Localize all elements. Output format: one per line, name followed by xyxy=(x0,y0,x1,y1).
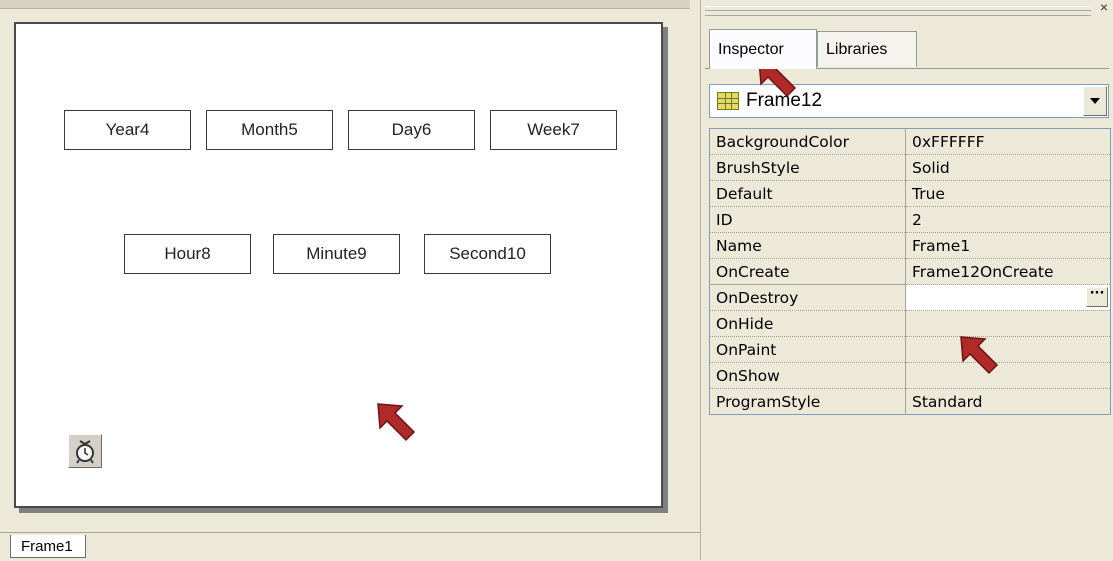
property-name: OnCreate xyxy=(709,258,906,285)
panel-grip[interactable] xyxy=(705,6,1091,16)
week-label-widget[interactable]: Week7 xyxy=(490,110,617,150)
year-label-widget[interactable]: Year4 xyxy=(64,110,191,150)
property-name: OnPaint xyxy=(709,336,906,363)
property-value[interactable]: 0xFFFFFF xyxy=(905,128,1111,155)
property-row[interactable]: ProgramStyle Standard xyxy=(709,388,1111,415)
property-value[interactable] xyxy=(905,336,1111,363)
property-value[interactable]: 2 xyxy=(905,206,1111,233)
tab-libraries-label: Libraries xyxy=(826,40,888,58)
second-label-widget[interactable]: Second10 xyxy=(424,234,551,274)
property-name: OnDestroy xyxy=(709,284,906,311)
inspector-panel: × Inspector Libraries Frame12 Background… xyxy=(700,0,1113,560)
property-value[interactable]: Solid xyxy=(905,154,1111,181)
property-row[interactable]: Name Frame1 xyxy=(709,232,1111,259)
property-name: BackgroundColor xyxy=(709,128,906,155)
frame-canvas[interactable]: Year4 Month5 Day6 Week7 Hour8 Minute9 Se… xyxy=(14,22,663,508)
minute-label-widget[interactable]: Minute9 xyxy=(273,234,400,274)
selected-object-name: Frame12 xyxy=(746,90,823,111)
property-row[interactable]: OnPaint xyxy=(709,336,1111,363)
design-top-edge xyxy=(0,0,690,9)
property-value[interactable]: True xyxy=(905,180,1111,207)
property-value[interactable]: Frame12OnCreate xyxy=(905,258,1111,285)
frame-tab-strip: Frame1 xyxy=(0,532,700,561)
close-button[interactable]: × xyxy=(1097,0,1111,16)
property-value[interactable] xyxy=(905,362,1111,389)
property-row[interactable]: BrushStyle Solid xyxy=(709,154,1111,181)
property-value[interactable] xyxy=(905,310,1111,337)
alarm-clock-icon xyxy=(76,440,94,464)
property-row[interactable]: OnCreate Frame12OnCreate xyxy=(709,258,1111,285)
property-name: Name xyxy=(709,232,906,259)
design-area: Year4 Month5 Day6 Week7 Hour8 Minute9 Se… xyxy=(0,0,700,561)
object-selector[interactable]: Frame12 xyxy=(709,84,1109,118)
properties-table: BackgroundColor 0xFFFFFF BrushStyle Soli… xyxy=(709,128,1111,415)
hour-label-widget[interactable]: Hour8 xyxy=(124,234,251,274)
property-name: ID xyxy=(709,206,906,233)
chevron-down-icon[interactable] xyxy=(1083,86,1107,116)
property-name: ProgramStyle xyxy=(709,388,906,415)
grid-icon xyxy=(717,92,739,110)
property-name: Default xyxy=(709,180,906,207)
property-row[interactable]: OnHide xyxy=(709,310,1111,337)
property-value[interactable]: Frame1 xyxy=(905,232,1111,259)
property-name: OnHide xyxy=(709,310,906,337)
month-label-widget[interactable]: Month5 xyxy=(206,110,333,150)
property-row[interactable]: OnShow xyxy=(709,362,1111,389)
timer-widget[interactable] xyxy=(68,434,102,468)
property-row-selected[interactable]: OnDestroy ··· xyxy=(709,284,1111,311)
property-value[interactable]: Standard xyxy=(905,388,1111,415)
tab-inspector-label: Inspector xyxy=(718,40,784,58)
property-value-editor[interactable]: ··· xyxy=(905,284,1111,311)
frame-tab-label: Frame1 xyxy=(21,537,73,555)
property-row[interactable]: Default True xyxy=(709,180,1111,207)
tab-inspector[interactable]: Inspector xyxy=(709,29,817,69)
day-label-widget[interactable]: Day6 xyxy=(348,110,475,150)
property-name: BrushStyle xyxy=(709,154,906,181)
ellipsis-button[interactable]: ··· xyxy=(1086,287,1108,307)
tab-libraries[interactable]: Libraries xyxy=(817,31,917,67)
tab-frame1[interactable]: Frame1 xyxy=(10,535,86,558)
property-name: OnShow xyxy=(709,362,906,389)
property-row[interactable]: BackgroundColor 0xFFFFFF xyxy=(709,128,1111,155)
property-row[interactable]: ID 2 xyxy=(709,206,1111,233)
